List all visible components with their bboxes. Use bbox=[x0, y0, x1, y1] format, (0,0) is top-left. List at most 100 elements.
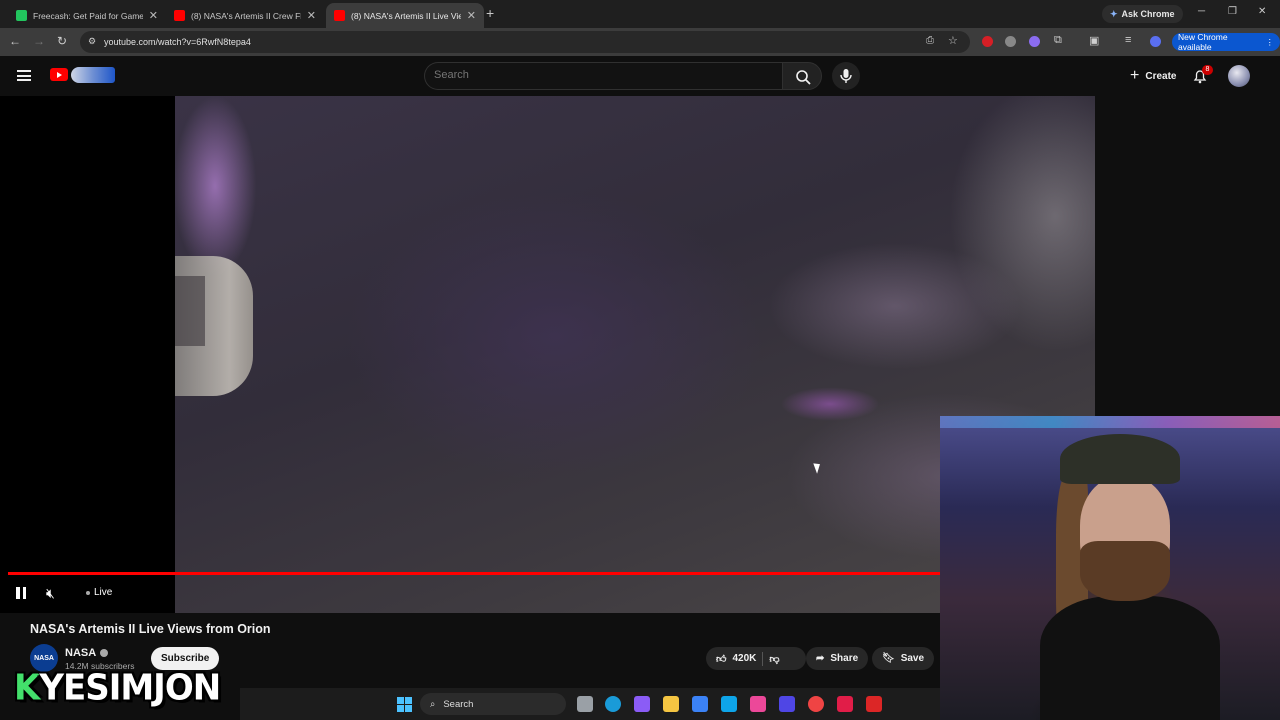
forward-arrow-icon[interactable]: → bbox=[33, 34, 45, 48]
live-dot-icon bbox=[86, 590, 90, 595]
youtube-doodle-logo[interactable] bbox=[71, 67, 115, 83]
youtube-favicon-icon bbox=[334, 10, 345, 21]
restore-button[interactable]: ❐ bbox=[1228, 6, 1237, 17]
account-avatar[interactable] bbox=[1228, 65, 1250, 87]
channel-name: NASA bbox=[65, 647, 97, 659]
voice-search-button[interactable] bbox=[832, 62, 860, 90]
thumbs-up-icon: 👍︎ bbox=[716, 653, 727, 665]
pause-icon bbox=[16, 587, 20, 599]
video-player[interactable]: 🔇︎ Live bbox=[0, 96, 1095, 613]
tab-title: (8) NASA's Artemis II Live Views bbox=[351, 10, 461, 21]
plus-icon: + bbox=[1130, 67, 1140, 84]
live-indicator[interactable]: Live bbox=[86, 587, 112, 598]
streamer-cap bbox=[1060, 434, 1180, 484]
live-label: Live bbox=[94, 587, 113, 598]
search-input[interactable] bbox=[434, 69, 764, 81]
profile-icon[interactable] bbox=[1150, 36, 1161, 47]
pause-icon-bar bbox=[22, 587, 26, 599]
streamer-webcam-overlay bbox=[940, 416, 1280, 720]
create-label: Create bbox=[1145, 70, 1177, 82]
save-label: Save bbox=[900, 653, 925, 664]
new-tab-button[interactable]: + bbox=[486, 5, 494, 21]
maps-pin-icon[interactable] bbox=[837, 696, 853, 712]
like-count: 420K bbox=[732, 653, 757, 664]
site-info-icon[interactable]: ⚙ bbox=[88, 36, 96, 47]
bookmark-icon: 🔖︎ bbox=[882, 653, 895, 664]
url-text: youtube.com/watch?v=6RwfN8tepa4 bbox=[104, 37, 251, 47]
copilot-icon[interactable] bbox=[634, 696, 650, 712]
tab-title: Freecash: Get Paid for Games & bbox=[33, 10, 143, 21]
bookmark-star-icon[interactable]: ☆ bbox=[948, 34, 958, 47]
hamburger-menu-icon[interactable] bbox=[17, 70, 31, 81]
channel-name-link[interactable]: NASA bbox=[65, 647, 109, 659]
media-controls-icon[interactable]: ≡ bbox=[1125, 34, 1131, 46]
create-button[interactable]: + Create bbox=[1120, 62, 1186, 90]
save-button[interactable]: 🔖︎ Save bbox=[872, 647, 935, 670]
extension-gray-icon[interactable] bbox=[1005, 36, 1016, 47]
freecash-favicon-icon bbox=[16, 10, 27, 21]
extensions-puzzle-icon[interactable]: ⧉ bbox=[1054, 34, 1062, 47]
new-chrome-label: New Chrome available bbox=[1178, 32, 1228, 52]
dislike-button[interactable]: 👎︎ bbox=[769, 653, 779, 665]
microphone-icon bbox=[840, 69, 852, 83]
extension-red-icon[interactable] bbox=[982, 36, 993, 47]
progress-bar[interactable] bbox=[8, 572, 940, 575]
install-app-icon[interactable]: ⎙ bbox=[926, 35, 934, 46]
taskbar-search-label: Search bbox=[443, 698, 474, 710]
back-arrow-icon[interactable]: ← bbox=[9, 34, 21, 48]
pause-button[interactable] bbox=[14, 586, 28, 600]
video-title: NASA's Artemis II Live Views from Orion bbox=[30, 622, 271, 636]
streamer-watermark: KYESIMJON bbox=[14, 667, 221, 709]
spacecraft-shadow-image bbox=[175, 276, 205, 346]
sparkle-icon: ✦ bbox=[1110, 8, 1118, 19]
youtube-header: + Create 8 bbox=[0, 56, 1280, 96]
streamer-beard bbox=[1080, 541, 1170, 601]
watermark-first-letter: K bbox=[14, 667, 40, 709]
browser-tab-artemis-crew[interactable]: (8) NASA's Artemis II Crew Fligh ✕ bbox=[166, 3, 324, 28]
recording-app-icon[interactable] bbox=[866, 696, 882, 712]
close-tab-icon[interactable]: ✕ bbox=[149, 9, 158, 22]
search-box bbox=[424, 62, 782, 90]
chrome-icon[interactable] bbox=[808, 696, 824, 712]
youtube-logo-icon[interactable] bbox=[50, 68, 68, 81]
task-view-icon[interactable] bbox=[577, 696, 593, 712]
rgb-light-strip bbox=[940, 416, 1280, 428]
share-label: Share bbox=[830, 653, 859, 664]
watermark-text: YESIMJON bbox=[39, 667, 221, 709]
browser-tab-strip: Freecash: Get Paid for Games & ✕ (8) NAS… bbox=[0, 0, 1280, 28]
app-icon[interactable] bbox=[779, 696, 795, 712]
muted-volume-icon[interactable]: 🔇︎ bbox=[46, 585, 55, 602]
extension-purple-icon[interactable] bbox=[1029, 36, 1040, 47]
search-icon: ⌕ bbox=[430, 698, 436, 710]
share-button[interactable]: ➦ Share bbox=[806, 647, 869, 670]
thumbs-down-icon: 👎︎ bbox=[769, 653, 780, 665]
mail-icon[interactable] bbox=[721, 696, 737, 712]
microsoft-store-icon[interactable] bbox=[692, 696, 708, 712]
like-button[interactable]: 👍︎ 420K bbox=[716, 653, 756, 665]
new-chrome-available-button[interactable]: New Chrome available ⋮ bbox=[1172, 32, 1280, 52]
address-bar[interactable]: ⚙ youtube.com/watch?v=6RwfN8tepa4 ⎙ ☆ bbox=[80, 31, 970, 53]
verified-check-icon bbox=[100, 649, 109, 657]
minimize-button[interactable]: ─ bbox=[1198, 6, 1205, 17]
close-tab-icon[interactable]: ✕ bbox=[307, 9, 316, 22]
tab-title: (8) NASA's Artemis II Crew Fligh bbox=[191, 10, 301, 21]
browser-tab-artemis-live[interactable]: (8) NASA's Artemis II Live Views ✕ bbox=[326, 3, 484, 28]
divider bbox=[762, 651, 764, 666]
ask-chrome-label: Ask Chrome bbox=[1121, 9, 1175, 19]
search-button[interactable] bbox=[782, 62, 822, 90]
microsoft-365-icon[interactable] bbox=[750, 696, 766, 712]
windows-start-icon[interactable] bbox=[397, 697, 412, 712]
windows-taskbar: ⌕ Search bbox=[240, 688, 940, 720]
search-icon bbox=[796, 70, 811, 85]
taskbar-search[interactable]: ⌕ Search bbox=[420, 693, 566, 715]
close-tab-icon[interactable]: ✕ bbox=[467, 9, 476, 22]
ask-chrome-button[interactable]: ✦ Ask Chrome bbox=[1102, 5, 1183, 23]
more-vert-icon: ⋮ bbox=[1265, 36, 1275, 47]
reload-icon[interactable]: ↻ bbox=[57, 34, 67, 48]
edge-browser-icon[interactable] bbox=[605, 696, 621, 712]
youtube-favicon-icon bbox=[174, 10, 185, 21]
browser-tab-freecash[interactable]: Freecash: Get Paid for Games & ✕ bbox=[8, 3, 166, 28]
side-panel-icon[interactable]: ▣ bbox=[1089, 34, 1099, 47]
file-explorer-icon[interactable] bbox=[663, 696, 679, 712]
close-window-button[interactable]: ✕ bbox=[1258, 6, 1266, 17]
